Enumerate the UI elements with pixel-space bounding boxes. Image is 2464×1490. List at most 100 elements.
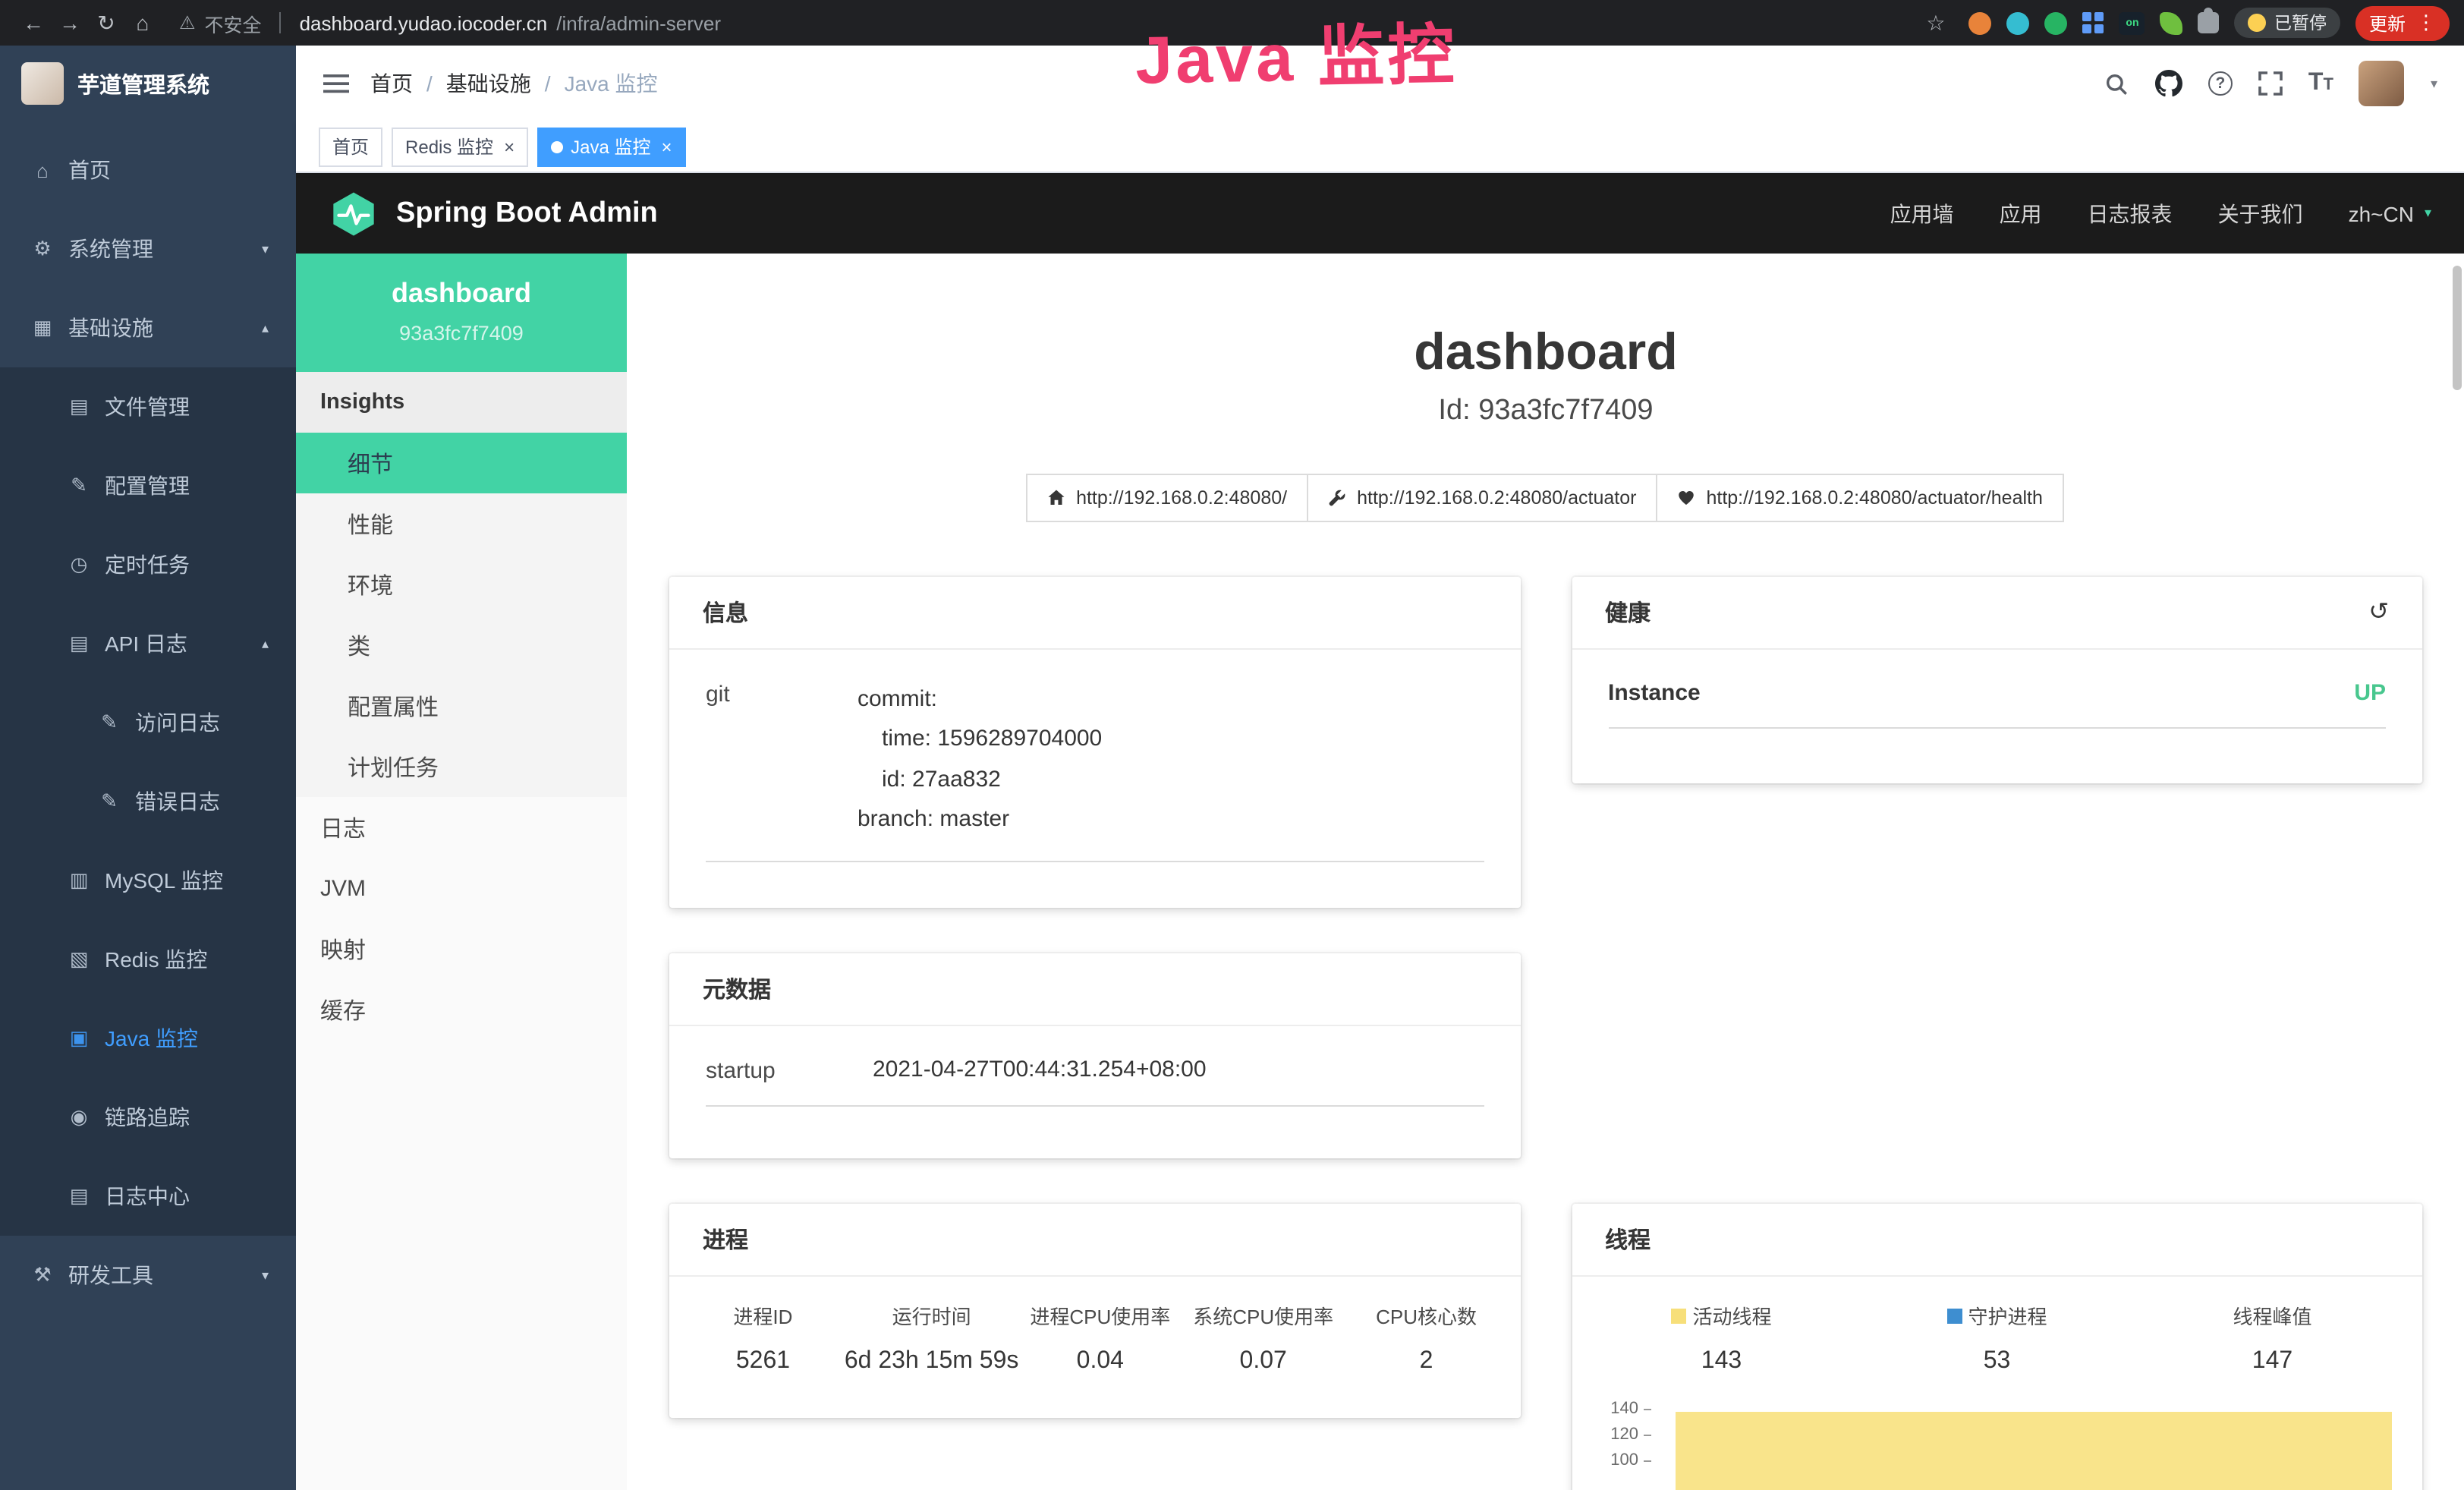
paused-extension-badge[interactable]: 已暂停 [2235,8,2340,38]
health-status: UP [2354,680,2386,706]
sba-menu-metrics[interactable]: 性能 [296,493,627,554]
info-line: commit: [858,680,1484,720]
extension-orange-icon[interactable] [1969,11,1992,34]
instance-link-button[interactable]: http://192.168.0.2:48080/ [1026,474,1308,522]
reload-icon[interactable]: ↻ [88,10,124,36]
browser-home-icon[interactable]: ⌂ [124,11,161,35]
breadcrumb-separator: / [545,71,551,96]
sidebar-item-file-manage[interactable]: ▤文件管理 [0,367,296,446]
sidebar-item-config-manage[interactable]: ✎配置管理 [0,446,296,525]
process-card: 进程 进程ID5261运行时间6d 23h 15m 59s进程CPU使用率0.0… [669,1204,1520,1418]
extension-green-icon[interactable] [2045,11,2068,34]
user-avatar[interactable] [2359,61,2405,106]
extension-teal-icon[interactable] [2007,11,2030,34]
extension-leaf-icon[interactable] [2160,11,2183,34]
info-row: git commit:time: 1596289704000id: 27aa83… [706,680,1484,862]
app-logo-image [21,62,64,105]
app-logo[interactable]: 芋道管理系统 [0,46,296,121]
sba-nav-journal[interactable]: 日志报表 [2088,198,2173,228]
history-icon[interactable]: ↺ [2368,600,2389,625]
sba-menu-scheduled-tasks[interactable]: 计划任务 [296,736,627,797]
sba-locale-select[interactable]: zh~CN▾ [2349,201,2431,225]
y-axis-tick: 100 [1584,1451,1651,1470]
extension-grid-icon[interactable] [2083,12,2104,33]
tab-item[interactable]: Redis 监控× [392,127,528,166]
legend-swatch-icon [1671,1308,1686,1323]
sidebar-item-label: Redis 监控 [105,944,207,975]
instance-link-button[interactable]: http://192.168.0.2:48080/actuator/health [1656,474,2063,522]
address-bar[interactable]: ⚠ 不安全 dashboard.yudao.iocoder.cn/infra/a… [179,8,721,37]
system-icon: ⚙ [30,237,55,261]
fullscreen-icon[interactable] [2258,71,2283,96]
chrome-update-button[interactable]: 更新 ⋮ [2355,5,2450,40]
sba-nav-applications[interactable]: 应用 [2000,198,2042,228]
github-icon[interactable] [2155,70,2182,97]
forward-icon[interactable]: → [52,11,88,35]
spring-boot-admin: Spring Boot Admin 应用墙 应用 日志报表 关于我们 zh~CN▾ da… [296,173,2464,1490]
link-url: http://192.168.0.2:48080/actuator [1357,487,1636,509]
sba-menu-section-label: Insights [296,372,627,433]
security-label: 不安全 [205,8,262,37]
sba-menu-details[interactable]: 细节 [296,433,627,493]
help-icon[interactable]: ? [2208,71,2233,96]
tab-close-icon[interactable]: × [661,136,672,157]
sidebar-item-label: 基础设施 [68,313,153,343]
sba-instance-block[interactable]: dashboard 93a3fc7f7409 [296,254,627,372]
chevron-down-icon: ▾ [262,241,269,257]
sba-menu-logs[interactable]: 日志 [296,797,627,858]
sidebar-item-trace[interactable]: ◉链路追踪 [0,1078,296,1157]
sidebar-item-api-log[interactable]: ▤API 日志▴ [0,604,296,683]
sidebar-item-java-monitor[interactable]: ▣Java 监控 [0,999,296,1078]
sba-menu-mappings[interactable]: 映射 [296,918,627,979]
tab-close-icon[interactable]: × [504,136,515,157]
chevron-down-icon: ▾ [2425,205,2431,222]
sidebar-item-label: Java 监控 [105,1023,198,1054]
error-log-icon: ✎ [97,789,121,814]
back-icon[interactable]: ← [15,11,52,35]
sidebar-item-label: 首页 [68,155,111,185]
sidebar-item-access-log[interactable]: ✎访问日志 [0,683,296,762]
sba-menu-jvm[interactable]: JVM [296,858,627,918]
sba-menu-config-props[interactable]: 配置属性 [296,676,627,736]
tab-item[interactable]: Java 监控× [537,127,685,166]
extensions-puzzle-icon[interactable] [2198,12,2220,33]
sidebar-collapse-icon[interactable] [323,73,349,94]
info-card-title: 信息 [703,597,748,628]
heartbeat-icon [1677,489,1695,507]
breadcrumb-item[interactable]: 首页 [370,68,413,99]
browser-menu-icon[interactable]: ⋮ [2416,11,2436,35]
sidebar-item-system[interactable]: ⚙系统管理▾ [0,209,296,288]
link-url: http://192.168.0.2:48080/actuator/health [1706,487,2042,509]
extension-on-toggle-icon[interactable]: on [2119,11,2145,34]
sidebar-item-redis-monitor[interactable]: ▧Redis 监控 [0,920,296,999]
threads-legend-item: 线程峰值147 [2135,1301,2410,1375]
sidebar-item-mysql-monitor[interactable]: ▥MySQL 监控 [0,841,296,920]
search-icon[interactable] [2104,71,2129,96]
sidebar-item-dev-tools[interactable]: ⚒研发工具▾ [0,1236,296,1315]
user-menu-caret-icon[interactable]: ▾ [2431,75,2437,92]
sidebar-item-scheduled-job[interactable]: ◷定时任务 [0,525,296,604]
sba-brand[interactable]: Spring Boot Admin [329,189,658,238]
sidebar-item-home[interactable]: ⌂首页 [0,131,296,209]
font-size-icon[interactable]: TT [2308,70,2333,97]
api-log-icon: ▤ [67,632,91,656]
threads-chart: 140120100 [1584,1397,2410,1490]
sba-menu-classes[interactable]: 类 [296,615,627,676]
sba-nav-about[interactable]: 关于我们 [2218,198,2303,228]
sidebar-item-error-log[interactable]: ✎错误日志 [0,762,296,841]
instance-title: dashboard [627,323,2464,383]
sidebar-item-infrastructure[interactable]: ▦基础设施▴ [0,288,296,367]
instance-link-button[interactable]: http://192.168.0.2:48080/actuator [1307,474,1657,522]
process-metric: 进程ID5261 [681,1301,845,1375]
metadata-row-label: startup [706,1057,873,1084]
sidebar-item-log-center[interactable]: ▤日志中心 [0,1157,296,1236]
sba-menu-caches[interactable]: 缓存 [296,979,627,1040]
infrastructure-icon: ▦ [30,316,55,340]
bookmark-star-icon[interactable]: ☆ [1918,10,1954,36]
breadcrumb-item[interactable]: 基础设施 [446,68,531,99]
url-host: dashboard.yudao.iocoder.cn [300,11,548,34]
scrollbar-thumb[interactable] [2453,266,2462,390]
tab-item[interactable]: 首页 [319,127,382,166]
sba-menu-environment[interactable]: 环境 [296,554,627,615]
sba-nav-wallboard[interactable]: 应用墙 [1890,198,1954,228]
